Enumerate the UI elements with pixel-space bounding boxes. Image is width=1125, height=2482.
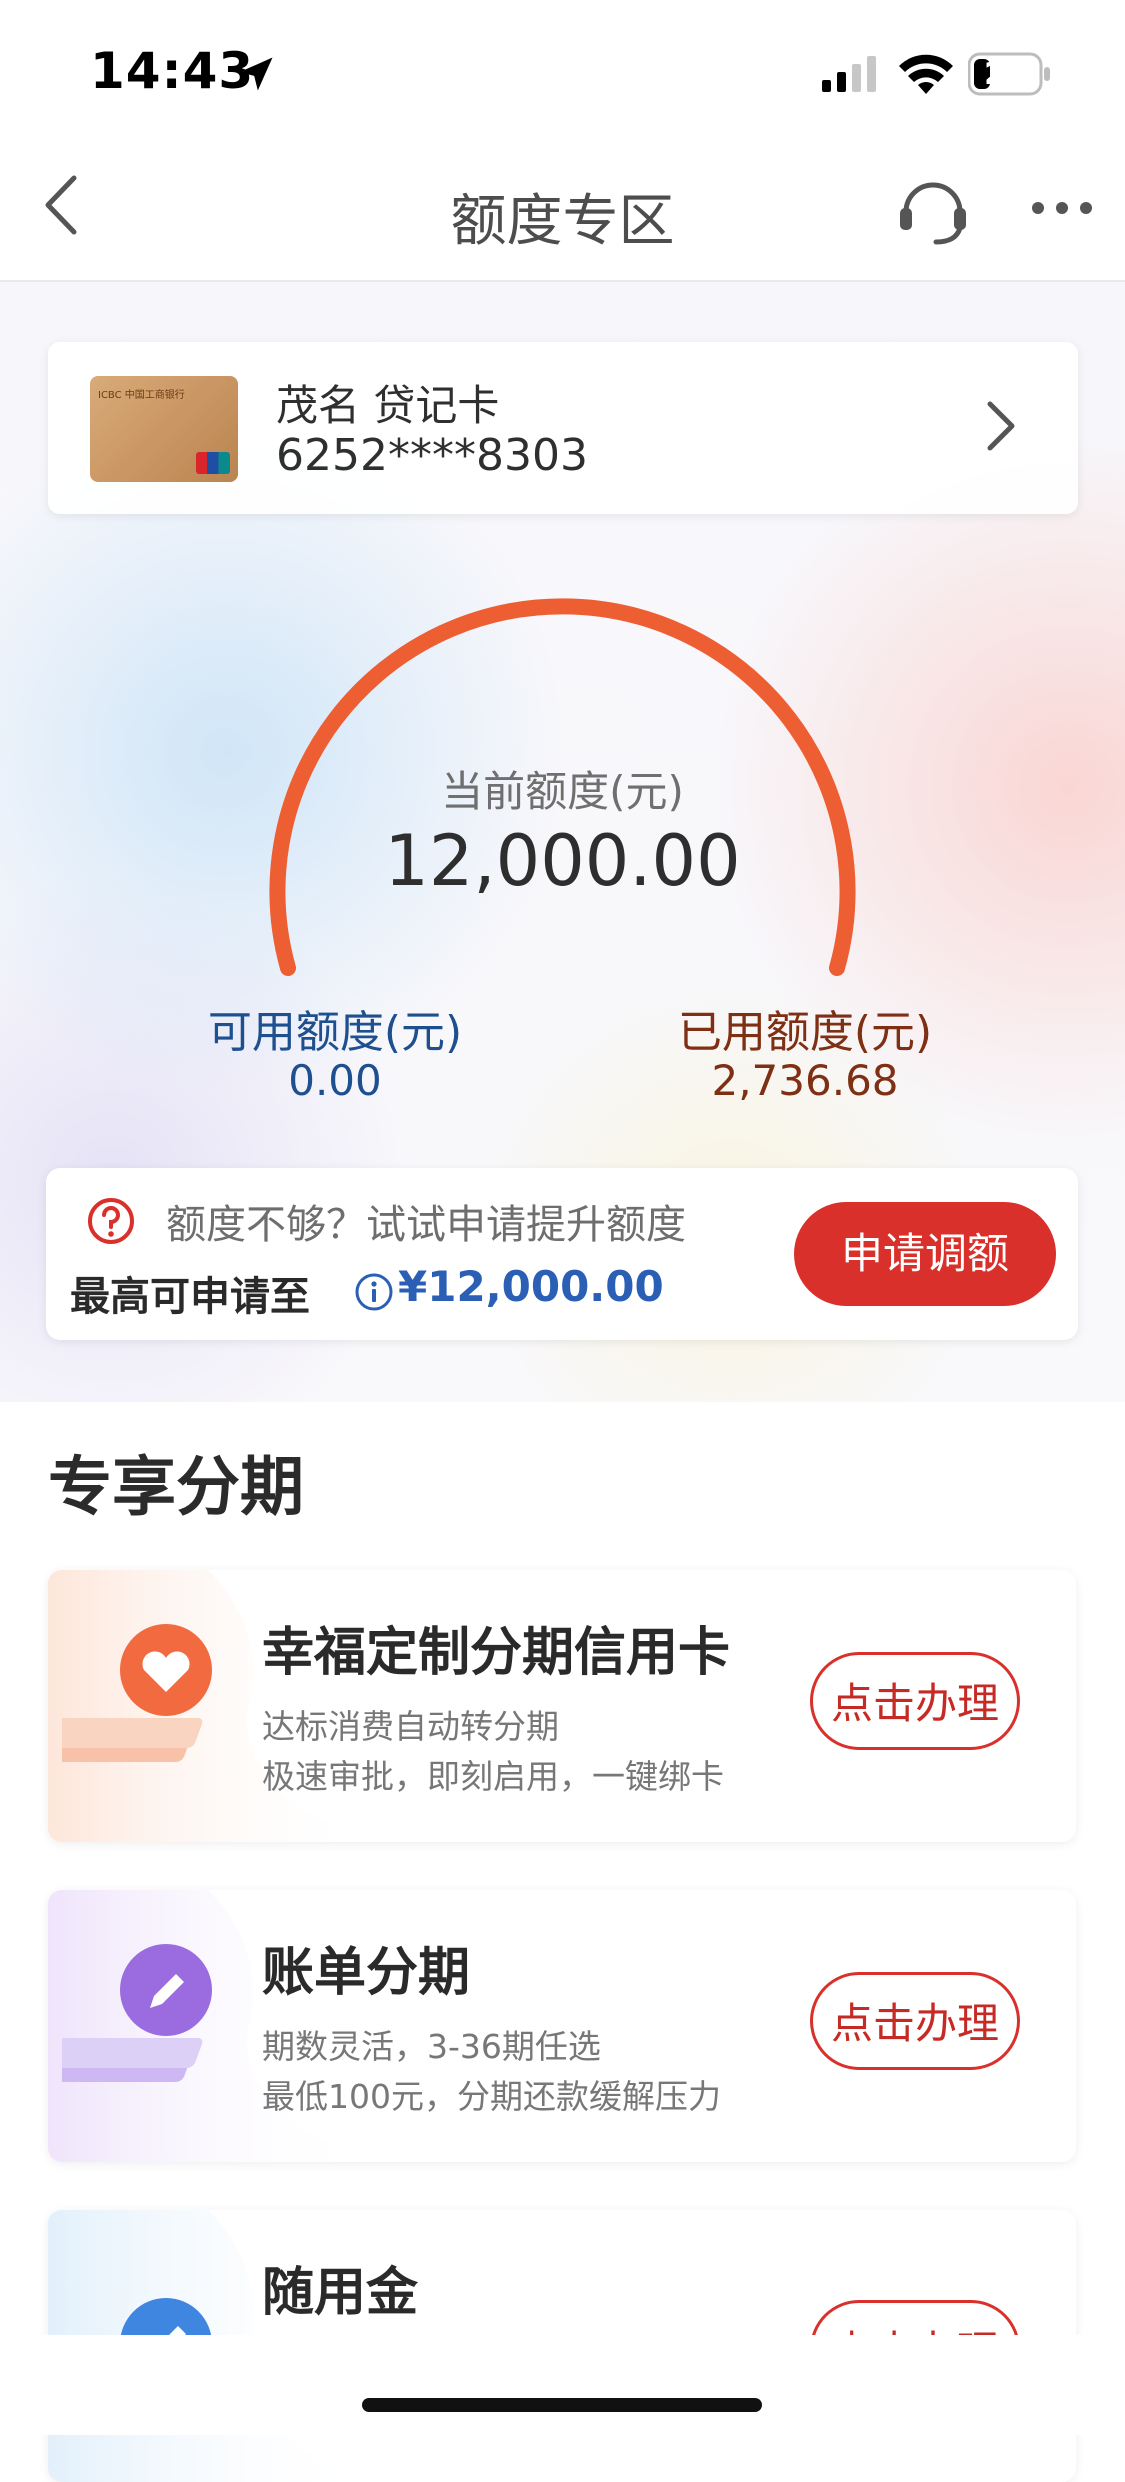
question-circle-icon (88, 1198, 134, 1244)
battery-icon: 21 (968, 52, 1052, 96)
card-number: 6252****8303 (276, 430, 588, 481)
chevron-right-icon[interactable] (980, 396, 1020, 456)
home-indicator[interactable] (362, 2398, 762, 2412)
more-options-icon[interactable] (1030, 196, 1094, 220)
pencil-badge-icon (62, 1944, 212, 2082)
unionpay-logo-icon (196, 452, 230, 474)
promo-title: 幸福定制分期信用卡 (262, 1623, 731, 1683)
credit-card-thumbnail: ICBC 中国工商银行 (90, 376, 238, 482)
apply-adjust-limit-button[interactable]: 申请调额 (794, 1202, 1056, 1306)
wifi-icon (899, 54, 953, 94)
info-icon[interactable] (354, 1272, 394, 1312)
used-limit-label: 已用额度(元) (677, 1007, 933, 1058)
card-name: 茂名 贷记卡 (276, 381, 500, 430)
apply-now-button[interactable]: 点击办理 (810, 1652, 1020, 1750)
customer-service-headset-icon[interactable] (896, 172, 970, 246)
available-limit-value: 0.00 (288, 1056, 382, 1105)
location-arrow-icon (239, 57, 273, 91)
promo-card-happiness[interactable]: 幸福定制分期信用卡 达标消费自动转分期 极速审批，即刻启用，一键绑卡 点击办理 (48, 1570, 1076, 1842)
available-limit-label: 可用额度(元) (207, 1007, 463, 1058)
status-time: 14:43 (90, 42, 255, 100)
promo-title: 随用金 (262, 2263, 419, 2323)
promo-title: 账单分期 (262, 1943, 471, 2003)
current-limit-label: 当前额度(元) (441, 767, 684, 816)
promo-desc-line1: 期数灵活，3-36期任选 (262, 2027, 601, 2066)
used-limit-value: 2,736.68 (711, 1056, 899, 1105)
promo-desc-line1: 达标消费自动转分期 (262, 1707, 559, 1746)
current-limit-value: 12,000.00 (384, 820, 741, 902)
section-title-installments: 专享分期 (48, 1451, 304, 1525)
promo-desc-line2: 极速审批，即刻启用，一键绑卡 (262, 1757, 724, 1796)
raise-limit-hint: 额度不够？试试申请提升额度 (166, 1202, 686, 1248)
promo-card-bill-installment[interactable]: 账单分期 期数灵活，3-36期任选 最低100元，分期还款缓解压力 点击办理 (48, 1890, 1076, 2162)
heart-badge-icon (62, 1624, 212, 1762)
cellular-signal-icon (822, 56, 876, 92)
max-apply-label: 最高可申请至 (70, 1274, 310, 1320)
promo-desc-line2: 最低100元，分期还款缓解压力 (262, 2077, 721, 2116)
apply-now-button[interactable]: 点击办理 (810, 1972, 1020, 2070)
card-thumb-bank-name: ICBC 中国工商银行 (98, 390, 185, 401)
max-apply-value: ¥12,000.00 (398, 1262, 664, 1311)
bottom-safe-area (0, 2335, 1125, 2435)
battery-level: 21 (984, 57, 1026, 92)
